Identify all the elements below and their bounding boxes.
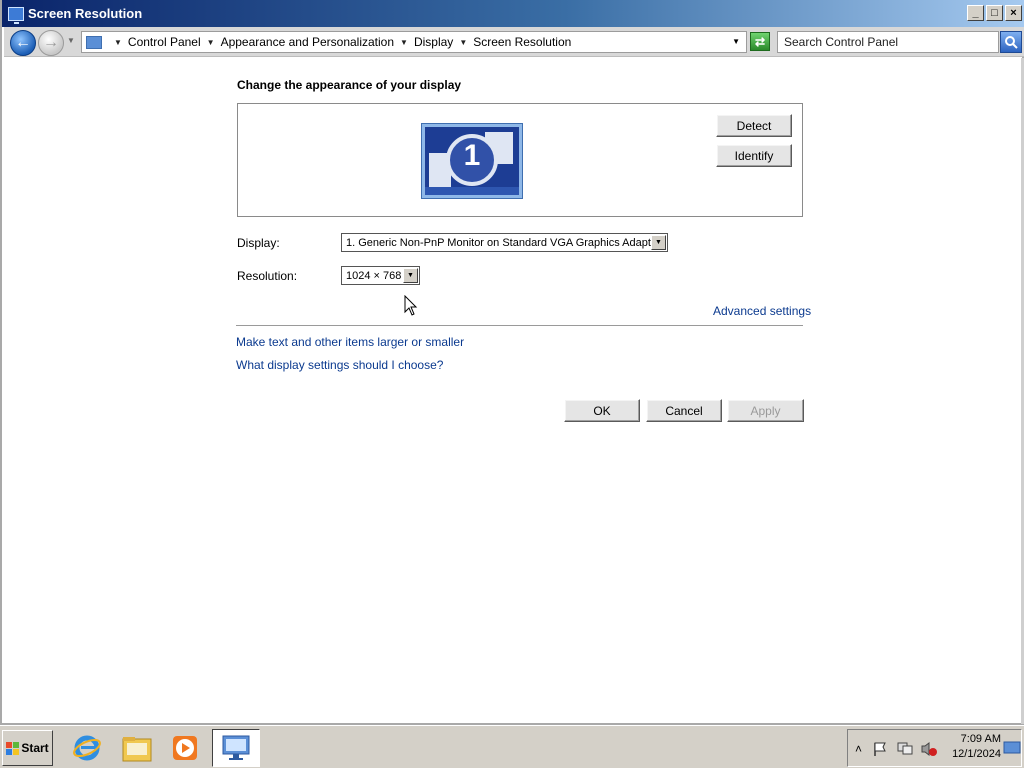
search-input[interactable]: Search Control Panel	[777, 31, 999, 53]
windows-flag-icon	[6, 741, 20, 755]
resolution-select-value: 1024 × 768	[346, 269, 402, 282]
forward-arrow-icon: →	[43, 34, 59, 51]
breadcrumb-item-screen-resolution[interactable]: Screen Resolution	[473, 35, 571, 49]
address-dropdown-icon[interactable]: ▼	[732, 37, 740, 46]
ok-button[interactable]: OK	[564, 399, 640, 422]
internet-explorer-icon[interactable]	[70, 731, 104, 765]
detect-button[interactable]: Detect	[716, 114, 792, 137]
identify-button[interactable]: Identify	[716, 144, 792, 167]
display-settings-icon	[222, 735, 250, 760]
breadcrumb-item-control-panel[interactable]: Control Panel	[128, 35, 201, 49]
resolution-select[interactable]: 1024 × 768 ▼	[341, 266, 420, 285]
media-player-icon[interactable]	[168, 731, 202, 765]
resolution-label: Resolution:	[237, 269, 298, 283]
cancel-button[interactable]: Cancel	[646, 399, 722, 422]
back-arrow-icon: ←	[15, 34, 31, 51]
refresh-icon: ⇄	[754, 34, 766, 49]
start-button[interactable]: Start	[2, 730, 53, 766]
monitor-arrangement-panel: 1 Detect Identify	[237, 103, 803, 217]
display-select[interactable]: 1. Generic Non-PnP Monitor on Standard V…	[341, 233, 668, 252]
refresh-button[interactable]: ⇄	[750, 32, 770, 51]
mouse-cursor-icon	[404, 295, 418, 316]
display-icon	[8, 6, 24, 24]
explorer-folder-icon[interactable]	[120, 731, 154, 765]
close-button[interactable]: ×	[1005, 5, 1022, 21]
divider	[236, 325, 803, 326]
breadcrumb-separator-icon[interactable]: ▼	[400, 38, 408, 47]
chevron-down-icon[interactable]: ▼	[651, 235, 666, 250]
search-icon	[1005, 36, 1018, 49]
volume-muted-icon[interactable]	[920, 741, 938, 757]
clock-date: 12/1/2024	[952, 748, 1001, 760]
breadcrumb-separator-icon[interactable]: ▼	[207, 38, 215, 47]
history-dropdown-icon[interactable]: ▼	[67, 36, 75, 45]
advanced-settings-link[interactable]: Advanced settings	[713, 304, 811, 318]
taskbar: Start ˄	[0, 725, 1024, 768]
breadcrumb-separator-icon[interactable]: ▼	[459, 38, 467, 47]
address-bar: ← → ▼ ▼ Control Panel ▼ Appearance and P…	[4, 27, 1024, 57]
action-center-flag-icon[interactable]	[872, 741, 888, 757]
show-hidden-icons-icon[interactable]: ˄	[855, 742, 862, 756]
maximize-button[interactable]: □	[986, 5, 1003, 21]
control-panel-icon	[86, 35, 102, 49]
minimize-button[interactable]: _	[967, 5, 984, 21]
breadcrumb-item-appearance[interactable]: Appearance and Personalization	[221, 35, 394, 49]
window-title: Screen Resolution	[28, 6, 143, 21]
display-help-link[interactable]: What display settings should I choose?	[236, 358, 443, 372]
breadcrumb-separator-icon[interactable]: ▼	[114, 38, 122, 47]
breadcrumb[interactable]: ▼ Control Panel ▼ Appearance and Persona…	[81, 31, 747, 53]
display-select-value: 1. Generic Non-PnP Monitor on Standard V…	[346, 236, 661, 249]
start-label: Start	[21, 741, 49, 755]
page-title: Change the appearance of your display	[237, 78, 462, 92]
monitor-number-label: 1	[463, 139, 481, 172]
search-button[interactable]	[1000, 31, 1022, 53]
title-bar[interactable]: Screen Resolution _ □ ×	[2, 0, 1024, 27]
text-size-link[interactable]: Make text and other items larger or smal…	[236, 335, 464, 349]
show-desktop-icon[interactable]	[1003, 740, 1021, 756]
taskbar-clock[interactable]: 7:09 AM 12/1/2024	[945, 732, 1001, 762]
clock-time: 7:09 AM	[960, 733, 1001, 745]
apply-button[interactable]: Apply	[727, 399, 804, 422]
taskbar-screen-resolution-button[interactable]	[212, 729, 260, 767]
chevron-down-icon[interactable]: ▼	[403, 268, 418, 283]
breadcrumb-item-display[interactable]: Display	[414, 35, 453, 49]
back-button[interactable]: ←	[10, 30, 36, 56]
network-icon[interactable]	[896, 741, 914, 757]
forward-button[interactable]: →	[38, 30, 64, 56]
display-label: Display:	[237, 236, 280, 250]
screen-resolution-window: Screen Resolution _ □ × ← → ▼ ▼ Control …	[0, 0, 1024, 725]
